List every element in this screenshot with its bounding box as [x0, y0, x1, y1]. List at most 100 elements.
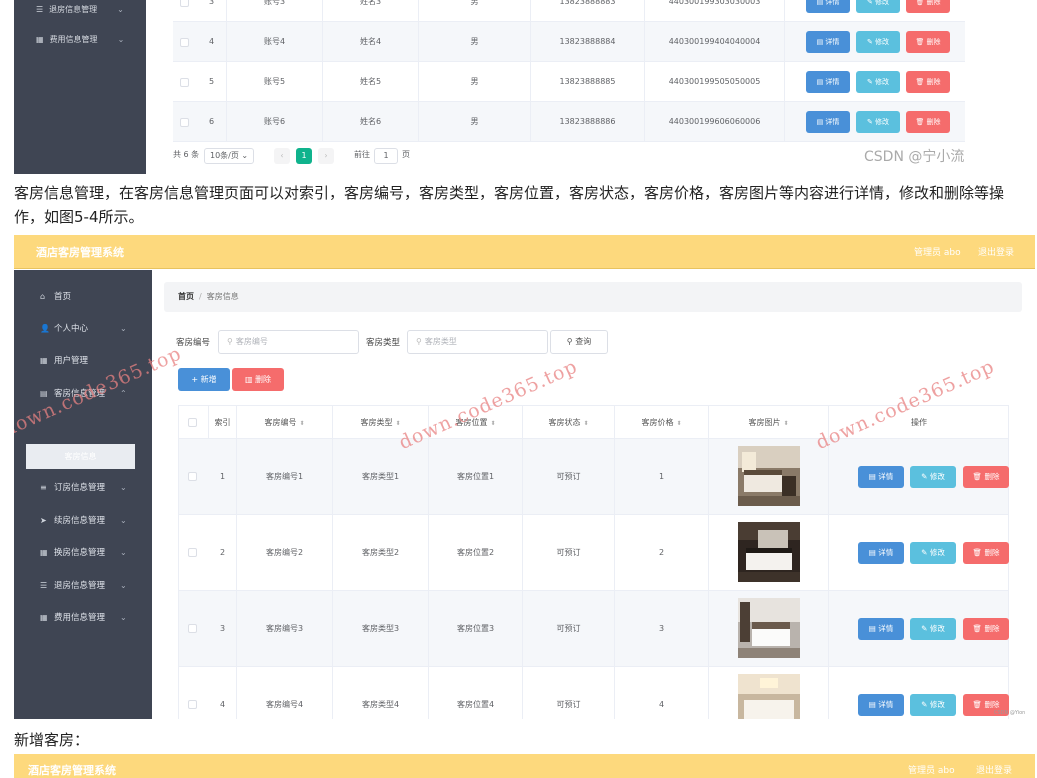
- app-title: 酒店客房管理系统: [36, 246, 124, 259]
- edit-button[interactable]: ✎ 修改: [910, 618, 956, 640]
- edit-button[interactable]: ✎ 修改: [856, 71, 900, 93]
- detail-button[interactable]: ▤ 详情: [858, 618, 904, 640]
- page-size-select[interactable]: 10条/页 ⌄: [204, 148, 255, 164]
- goto-page-input[interactable]: 1: [374, 148, 398, 164]
- detail-button[interactable]: ▤ 详情: [858, 694, 904, 716]
- bulk-delete-button[interactable]: ▥ 删除: [232, 368, 284, 391]
- chevron-down-icon: ⌄: [120, 580, 127, 590]
- row-checkbox[interactable]: [188, 700, 197, 709]
- sidebar-item-extensions[interactable]: ➤ 续房信息管理 ⌄: [40, 514, 127, 527]
- delete-button[interactable]: 🗑 删除: [963, 542, 1009, 564]
- room-no-input[interactable]: ⚲ 客房编号: [218, 330, 359, 354]
- sidebar-subitem-room-info[interactable]: 客房信息: [26, 444, 135, 469]
- delete-button[interactable]: 🗑 删除: [963, 618, 1009, 640]
- breadcrumb-home[interactable]: 首页: [178, 292, 194, 301]
- detail-button[interactable]: ▤ 详情: [858, 542, 904, 564]
- next-page-button[interactable]: ›: [318, 148, 334, 164]
- room-photo[interactable]: [738, 522, 800, 582]
- col-price[interactable]: 客房价格 ⬍: [615, 406, 709, 439]
- room-photo[interactable]: [738, 674, 800, 719]
- sliders-icon: ≡: [40, 482, 47, 492]
- row-checkbox[interactable]: [180, 0, 189, 7]
- detail-button[interactable]: ▤ 详情: [858, 466, 904, 488]
- col-photo[interactable]: 客房图片 ⬍: [709, 406, 829, 439]
- sidebar-item-checkout[interactable]: ☰ 退房信息管理 ⌄: [36, 4, 124, 15]
- edit-button[interactable]: ✎ 修改: [856, 111, 900, 133]
- grid-icon: ▦: [40, 612, 48, 622]
- row-checkbox[interactable]: [180, 118, 189, 127]
- current-user: 管理员 abo: [908, 766, 955, 776]
- cell-phone: 13823888885: [531, 62, 645, 102]
- room-type-label: 客房类型: [366, 338, 401, 348]
- page-unit: 页: [402, 150, 410, 159]
- room-photo[interactable]: [738, 446, 800, 506]
- breadcrumb: 首页 / 客房信息: [164, 282, 1022, 312]
- cell-phone: 13823888886: [531, 102, 645, 142]
- delete-button[interactable]: 🗑 删除: [906, 111, 950, 133]
- chevron-down-icon: ⌄: [120, 323, 127, 333]
- sidebar-item-fees[interactable]: ▦ 费用信息管理 ⌄: [36, 34, 124, 45]
- edit-button[interactable]: ✎ 修改: [856, 0, 900, 13]
- edit-button[interactable]: ✎ 修改: [910, 466, 956, 488]
- sort-icon: ⬍: [299, 420, 305, 427]
- delete-button[interactable]: 🗑 删除: [906, 71, 950, 93]
- add-button[interactable]: + 新增: [178, 368, 230, 391]
- cell-name: 姓名6: [323, 102, 419, 142]
- delete-button[interactable]: 🗑 删除: [906, 0, 950, 13]
- delete-button[interactable]: 🗑 删除: [906, 31, 950, 53]
- user-icon: 👤: [40, 323, 50, 333]
- row-checkbox[interactable]: [188, 624, 197, 633]
- detail-button[interactable]: ▤ 详情: [806, 31, 850, 53]
- cell-index: 3: [197, 0, 227, 22]
- cell-idcard: 440300199505050005: [645, 62, 785, 102]
- room-type-input[interactable]: ⚲ 客房类型: [407, 330, 548, 354]
- edit-button[interactable]: ✎ 修改: [856, 31, 900, 53]
- section-label: 新增客房：: [14, 731, 90, 749]
- description-paragraph: 客房信息管理，在客房信息管理页面可以对索引，客房编号，客房类型，客房位置，客房状…: [14, 184, 1005, 226]
- sidebar-item-users[interactable]: ▦ 用户管理: [40, 354, 88, 367]
- list-icon: ☰: [36, 5, 44, 14]
- sidebar-item-profile[interactable]: 👤 个人中心 ⌄: [40, 322, 127, 335]
- row-checkbox[interactable]: [188, 548, 197, 557]
- chevron-down-icon: ⌄: [117, 5, 124, 14]
- goto-label: 前往: [354, 150, 370, 159]
- sidebar-item-checkouts[interactable]: ☰ 退房信息管理 ⌄: [40, 579, 127, 592]
- table-row: 2 客房编号2 客房类型2 客房位置2 可预订 2 ▤ 详情 ✎ 修改 🗑 删除: [178, 515, 1009, 591]
- breadcrumb-current: 客房信息: [206, 292, 239, 301]
- col-status[interactable]: 客房状态 ⬍: [523, 406, 615, 439]
- row-checkbox[interactable]: [180, 78, 189, 87]
- sidebar-item-home[interactable]: ⌂ 首页: [40, 290, 71, 303]
- delete-button[interactable]: 🗑 删除: [963, 466, 1009, 488]
- row-checkbox[interactable]: [188, 472, 197, 481]
- detail-button[interactable]: ▤ 详情: [806, 111, 850, 133]
- edit-button[interactable]: ✎ 修改: [910, 542, 956, 564]
- cell-idcard: 440300199404040004: [645, 22, 785, 62]
- row-checkbox[interactable]: [180, 38, 189, 47]
- cell-gender: 男: [419, 102, 531, 142]
- room-photo[interactable]: [738, 598, 800, 658]
- sidebar-item-room-changes[interactable]: ▦ 换房信息管理 ⌄: [40, 546, 127, 559]
- prev-page-button[interactable]: ‹: [274, 148, 290, 164]
- search-icon: ⚲: [227, 337, 233, 346]
- page-1-button[interactable]: 1: [296, 148, 312, 164]
- logout-link[interactable]: 退出登录: [976, 763, 1012, 776]
- cell-name: 姓名4: [323, 22, 419, 62]
- sort-icon: ⬍: [583, 420, 589, 427]
- home-icon: ⌂: [40, 291, 46, 301]
- sort-icon: ⬍: [490, 420, 496, 427]
- bed-icon: ▤: [40, 388, 48, 398]
- table-row: 6 账号6 姓名6 男 13823888886 4403001996060600…: [173, 102, 965, 142]
- detail-button[interactable]: ▤ 详情: [806, 71, 850, 93]
- logout-link[interactable]: 退出登录: [978, 245, 1014, 258]
- sidebar: ☰ 退房信息管理 ⌄ ▦ 费用信息管理 ⌄: [14, 0, 146, 174]
- detail-button[interactable]: ▤ 详情: [806, 0, 850, 13]
- sidebar-item-fees[interactable]: ▦ 费用信息管理 ⌄: [40, 611, 127, 624]
- select-all-checkbox[interactable]: [188, 418, 197, 427]
- query-button[interactable]: ⚲ 查询: [550, 330, 608, 354]
- chevron-down-icon: ⌄: [117, 35, 125, 44]
- cell-name: 姓名3: [323, 0, 419, 22]
- send-icon: ➤: [40, 515, 47, 525]
- edit-button[interactable]: ✎ 修改: [910, 694, 956, 716]
- col-room-no[interactable]: 客房编号 ⬍: [237, 406, 333, 439]
- sidebar-item-bookings[interactable]: ≡ 订房信息管理 ⌄: [40, 481, 127, 494]
